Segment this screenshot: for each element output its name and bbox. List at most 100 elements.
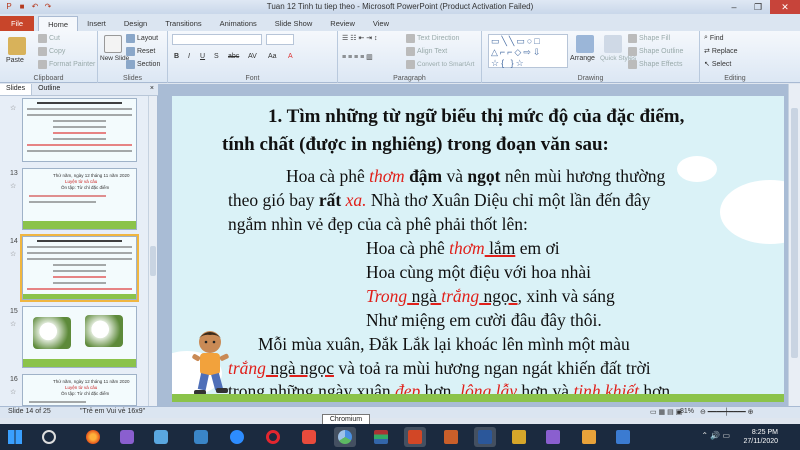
slide-thumbnail-row[interactable]: 14 ☆ [0, 234, 150, 304]
bold-button[interactable]: B [174, 53, 179, 60]
zoom-level[interactable]: 81% [680, 408, 694, 415]
close-button[interactable]: ✕ [770, 0, 800, 14]
shape-outline-button[interactable]: Shape Outline [628, 47, 683, 56]
tab-file[interactable]: File [0, 16, 35, 31]
scrollbar-thumb[interactable] [150, 246, 156, 276]
slide-thumbnail-selected[interactable] [20, 234, 139, 302]
paragraph-line[interactable]: Mỗi mùa xuân, Đắk Lắk lại khoác lên mình… [258, 334, 630, 355]
app-icon[interactable] [190, 427, 212, 447]
find-button[interactable]: ⌕ Find [704, 34, 724, 42]
arrange-button[interactable]: Arrange [570, 55, 595, 62]
search-icon[interactable] [38, 427, 60, 447]
tab-insert[interactable]: Insert [78, 16, 115, 31]
shapes-gallery[interactable]: ▭╲╲▭○□ △⌐⌐◇⇨⇩ ☆{ }☆ [488, 34, 568, 68]
slide-thumbnail[interactable] [22, 306, 137, 368]
slide-thumbnail[interactable]: Thứ năm, ngày 12 tháng 11 năm 2020 Luyện… [22, 374, 137, 406]
tab-review[interactable]: Review [321, 16, 364, 31]
theme-name[interactable]: "Trẻ em Vui vẻ 16x9" [80, 408, 145, 415]
undo-icon[interactable]: ↶ [30, 2, 40, 12]
powerpoint-icon[interactable]: P [4, 2, 14, 12]
maximize-button[interactable]: ❐ [746, 0, 770, 14]
tab-design[interactable]: Design [115, 16, 156, 31]
slide-heading-line-1[interactable]: 1. Tìm những từ ngữ biểu thị mức độ của … [268, 106, 684, 128]
quick-styles-icon[interactable] [604, 35, 622, 53]
tab-transitions[interactable]: Transitions [156, 16, 210, 31]
paragraph-line[interactable]: theo gió bay rất xa. Nhà thơ Xuân Diệu c… [228, 190, 650, 211]
slide-thumbnail-row[interactable]: 15 ☆ [0, 306, 150, 372]
new-slide-icon[interactable] [104, 35, 122, 53]
convert-smartart-button[interactable]: Convert to SmartArt [406, 60, 474, 69]
char-spacing-button[interactable]: AV [248, 53, 257, 60]
app-icon[interactable] [508, 427, 530, 447]
word-icon[interactable] [474, 427, 496, 447]
slide-thumbnail[interactable]: Thứ năm, ngày 12 tháng 11 năm 2020 Luyện… [22, 168, 137, 230]
slide-scrollbar[interactable] [788, 84, 800, 406]
opera-icon[interactable] [262, 427, 284, 447]
redo-icon[interactable]: ↷ [43, 2, 53, 12]
panel-scrollbar[interactable] [148, 96, 157, 406]
app-icon[interactable] [612, 427, 634, 447]
zoom-app-icon[interactable] [226, 427, 248, 447]
zoom-slider[interactable]: ⊖ ━━━━┿━━━━ ⊕ [700, 408, 754, 416]
font-color-button[interactable]: A [288, 53, 293, 60]
slide-heading-line-2[interactable]: tính chất (được in nghiêng) trong đoạn v… [222, 134, 609, 156]
app-icon[interactable] [298, 427, 320, 447]
paragraph-line[interactable]: ngắm nhìn vẻ đẹp của cà phê phải thốt lê… [228, 214, 528, 235]
minimize-button[interactable]: – [722, 0, 746, 14]
winrar-icon[interactable] [370, 427, 392, 447]
format-painter-button[interactable]: Format Painter [38, 60, 95, 69]
start-button[interactable] [4, 427, 26, 447]
shape-fill-button[interactable]: Shape Fill [628, 34, 670, 43]
new-slide-button[interactable]: New Slide [100, 55, 129, 62]
slide-thumbnail-row[interactable]: 13 ☆ Thứ năm, ngày 12 tháng 11 năm 2020 … [0, 168, 150, 234]
shape-effects-button[interactable]: Shape Effects [628, 60, 682, 69]
paste-button[interactable]: Paste [6, 57, 24, 64]
tab-outline-panel[interactable]: Outline [32, 84, 66, 95]
verse-line[interactable]: Hoa cùng một điệu với hoa nhài [366, 262, 591, 283]
italic-button[interactable]: I [188, 53, 190, 60]
arrange-icon[interactable] [576, 35, 594, 53]
select-button[interactable]: ↖ Select [704, 60, 731, 69]
cut-button[interactable]: Cut [38, 34, 60, 43]
view-buttons[interactable]: ▭ ▦ ▤ ▣ [650, 408, 682, 416]
paste-icon[interactable] [8, 37, 26, 55]
paragraph-line[interactable]: trắng ngà ngọc và toả ra mùi hương ngan … [228, 358, 651, 379]
system-tray[interactable]: ⌃ 🔊 ▭ [701, 431, 730, 440]
change-case-button[interactable]: Aa [268, 53, 277, 60]
slide-thumbnail-row[interactable]: ☆ [0, 98, 150, 166]
font-size-box[interactable] [266, 34, 294, 45]
visual-studio-icon[interactable] [116, 427, 138, 447]
copy-button[interactable]: Copy [38, 47, 65, 56]
powerpoint-taskbar-icon[interactable] [404, 427, 426, 447]
text-direction-button[interactable]: Text Direction [406, 34, 459, 43]
app-icon[interactable] [440, 427, 462, 447]
strikethrough-button[interactable]: abc [228, 53, 239, 60]
save-icon[interactable]: ■ [17, 2, 27, 12]
paragraph-line[interactable]: Hoa cà phê thơm đậm và ngọt nên mùi hươn… [286, 166, 665, 187]
bullets-button[interactable]: ☰ ☷ ⇤ ⇥ ↕ [342, 34, 378, 42]
app-icon[interactable] [578, 427, 600, 447]
tab-slide-show[interactable]: Slide Show [266, 16, 322, 31]
shadow-button[interactable]: S [214, 53, 219, 60]
replace-button[interactable]: ⇄ Replace [704, 47, 738, 56]
verse-line[interactable]: Trong ngà trắng ngọc, xinh và sáng [366, 286, 615, 307]
chromium-icon[interactable] [334, 427, 356, 447]
tab-home[interactable]: Home [38, 16, 79, 31]
tab-view[interactable]: View [364, 16, 398, 31]
current-slide[interactable]: 1. Tìm những từ ngữ biểu thị mức độ của … [172, 96, 784, 402]
tab-slides-panel[interactable]: Slides [0, 84, 33, 95]
align-buttons[interactable]: ≡ ≡ ≡ ≡ ▥ [342, 53, 373, 61]
font-name-box[interactable] [172, 34, 262, 45]
align-text-button[interactable]: Align Text [406, 47, 447, 56]
section-button[interactable]: Section [126, 60, 160, 69]
reset-button[interactable]: Reset [126, 47, 155, 56]
underline-button[interactable]: U [200, 53, 205, 60]
scrollbar-thumb[interactable] [791, 108, 798, 358]
slide-thumbnail[interactable] [22, 98, 137, 162]
verse-line[interactable]: Hoa cà phê thơm lắm em ơi [366, 238, 560, 259]
firefox-icon[interactable] [82, 427, 104, 447]
layout-button[interactable]: Layout [126, 34, 158, 43]
clock[interactable]: 8:25 PM 27/11/2020 [743, 428, 778, 446]
app-icon[interactable] [150, 427, 172, 447]
close-panel-icon[interactable]: × [144, 84, 158, 95]
